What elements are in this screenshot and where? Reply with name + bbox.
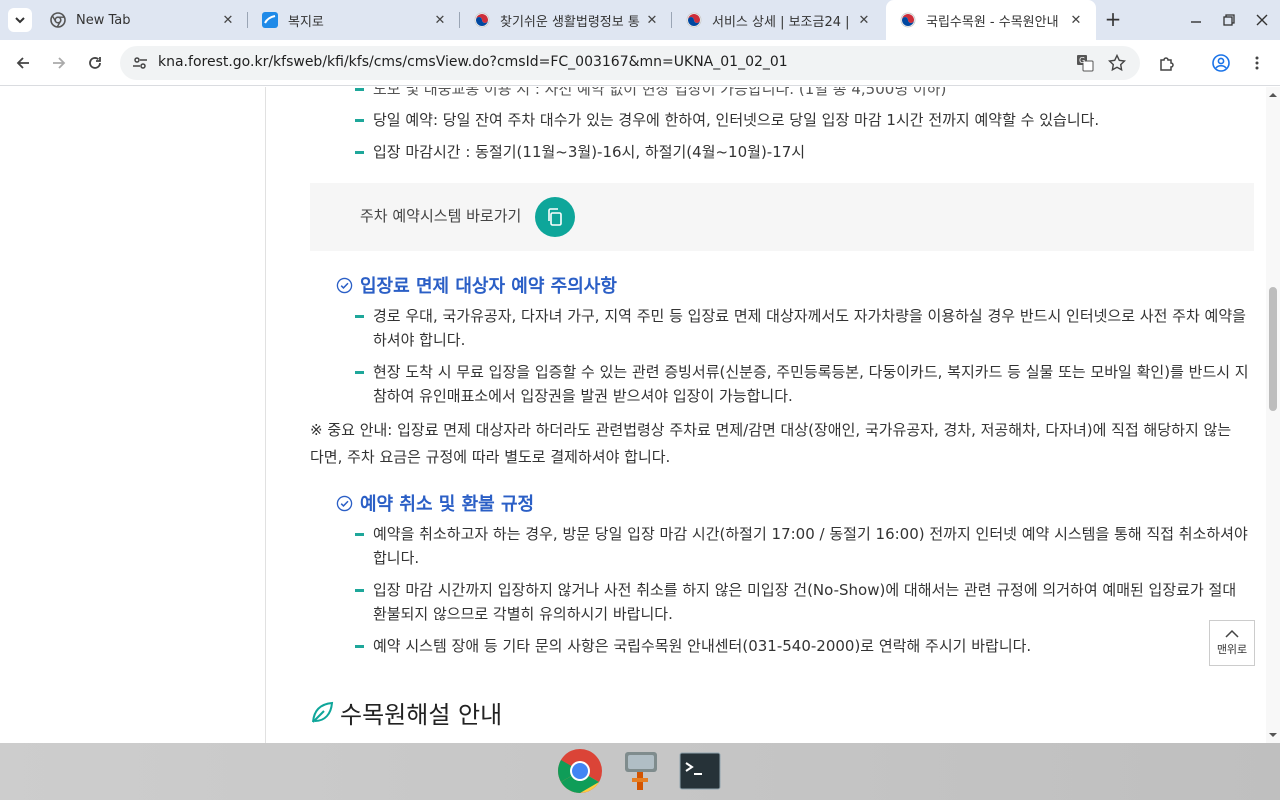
extensions-icon[interactable] [1156,52,1178,74]
korea-emblem-icon [686,12,702,28]
minimize-icon[interactable] [1186,10,1206,30]
bokjiro-icon [262,12,278,28]
close-icon[interactable]: ✕ [854,10,874,30]
chevron-down-icon [15,17,25,24]
list-item-line: 하셔야 합니다. [373,331,466,349]
list-item-line: 참하여 유인매표소에서 입장권을 발권 받으셔야 입장이 가능합니다. [373,387,793,405]
copy-icon [548,208,562,226]
scroll-to-top-button[interactable]: 맨위로 [1209,620,1255,666]
check-circle-icon [336,277,353,293]
scroll-down-arrow-icon[interactable] [1266,730,1280,740]
list-item-line: 환불되지 않으므로 각별히 유의하시기 바랍니다. [373,605,673,623]
close-window-icon[interactable] [1252,10,1272,30]
list-item: 경로 우대, 국가유공자, 다자녀 가구, 지역 주민 등 입장료 면제 대상자… [355,304,1246,352]
restore-icon[interactable] [1219,10,1239,30]
list-item: 당일 예약: 당일 잔여 주차 대수가 있는 경우에 한하여, 인터넷으로 당일… [354,108,1099,132]
close-icon[interactable]: ✕ [1066,10,1086,30]
list-item: 입장 마감시간 : 동절기(11월~3월)-16시, 하절기(4월~10월)-1… [354,140,805,164]
tab-title: New Tab [76,12,131,28]
parking-link-button[interactable] [535,197,575,237]
menu-kebab-icon[interactable] [1246,52,1268,74]
taskbar-settings-tool[interactable] [616,747,664,795]
tab-title: 복지로 [288,14,324,30]
tab-law-info[interactable]: 찾기쉬운 생활법령정보 통 ✕ [460,0,672,40]
section-heading: 입장료 면제 대상자 예약 주의사항 [336,272,617,298]
list-item-line: 경로 우대, 국가유공자, 다자녀 가구, 지역 주민 등 입장료 면제 대상자… [373,307,1246,325]
svg-text:G: G [1079,56,1085,65]
tab-new-tab[interactable]: New Tab ✕ [36,0,248,40]
korea-emblem-icon [474,12,490,28]
chrome-icon [50,12,66,28]
page-viewport: 도보 및 대중교통 이용 시 : 사전 예약 없이 현장 입장이 가능합니다. … [0,87,1266,743]
os-taskbar [0,743,1280,800]
section-heading-text: 입장료 면제 대상자 예약 주의사항 [360,276,617,297]
tab-strip: New Tab ✕ 복지로 ✕ 찾기쉬운 생활법령정보 통 ✕ 서비스 상세 |… [0,0,1280,40]
list-item: 예약 시스템 장애 등 기타 문의 사항은 국립수목원 안내센터(031-540… [354,634,1032,658]
new-tab-button[interactable]: + [1103,9,1123,30]
list-item: 입장 마감 시간까지 입장하지 않거나 사전 취소를 하지 않은 미입장 건(N… [354,578,1237,626]
browser-toolbar: kna.forest.go.kr/kfsweb/kfi/kfs/cms/cmsV… [0,40,1280,86]
notice-line: ※ 중요 안내: 입장료 면제 대상자라 하더라도 관련법령상 주차료 면제/감… [310,421,1232,439]
tab-title: 서비스 상세 | 보조금24 | [712,14,850,30]
parking-link-label: 주차 예약시스템 바로가기 [360,207,522,225]
list-item-line: 현장 도착 시 무료 입장을 입증할 수 있는 관련 증빙서류(신분증, 주민등… [373,363,1249,381]
back-icon[interactable] [12,52,34,74]
tab-title: 찾기쉬운 생활법령정보 통 [500,14,640,30]
list-item: 도보 및 대중교통 이용 시 : 사전 예약 없이 현장 입장이 가능합니다. … [354,87,946,101]
list-item: 예약을 취소하고자 하는 경우, 방문 당일 입장 마감 시간(하절기 17:0… [355,522,1248,570]
url-text: kna.forest.go.kr/kfsweb/kfi/kfs/cms/cmsV… [158,54,788,70]
terminal-icon [679,752,721,790]
taskbar-chrome[interactable] [556,747,604,795]
section-title-text: 수목원해설 안내 [340,701,503,729]
tab-title: 국립수목원 - 수목원안내 [926,14,1059,30]
close-icon[interactable]: ✕ [642,10,662,30]
reload-icon[interactable] [84,52,106,74]
list-item-line: 합니다. [373,549,420,567]
important-notice: ※ 중요 안내: 입장료 면제 대상자라 하더라도 관련법령상 주차료 면제/감… [310,417,1256,471]
list-item-line: 예약 시스템 장애 등 기타 문의 사항은 국립수목원 안내센터(031-540… [373,637,1032,655]
chrome-icon [558,749,602,793]
profile-icon[interactable] [1210,52,1232,74]
list-item: 현장 도착 시 무료 입장을 입증할 수 있는 관련 증빙서류(신분증, 주민등… [355,360,1249,408]
scrollbar-thumb[interactable] [1269,287,1277,411]
leaf-icon [312,701,334,723]
scroll-up-arrow-icon[interactable] [1266,90,1280,100]
section-title: 수목원해설 안내 [310,695,502,730]
chevron-up-icon [1225,629,1239,638]
parking-link-box: 주차 예약시스템 바로가기 [310,183,1254,251]
tab-arboretum[interactable]: 국립수목원 - 수목원안내 ✕ [886,0,1096,40]
bookmark-star-icon[interactable] [1107,53,1127,76]
left-sidebar [0,87,266,743]
notice-line: 다면, 주차 요금은 규정에 따라 별도로 결제하셔야 합니다. [310,448,671,466]
address-bar[interactable]: kna.forest.go.kr/kfsweb/kfi/kfs/cms/cmsV… [120,46,1140,80]
list-item-line: 입장 마감 시간까지 입장하지 않거나 사전 취소를 하지 않은 미입장 건(N… [373,581,1237,599]
tab-search-button[interactable] [8,8,32,32]
list-item-line: 예약을 취소하고자 하는 경우, 방문 당일 입장 마감 시간(하절기 17:0… [373,525,1248,543]
section-heading-text: 예약 취소 및 환불 규정 [360,494,535,515]
section-heading: 예약 취소 및 환불 규정 [336,490,534,516]
close-icon[interactable]: ✕ [430,10,450,30]
translate-icon[interactable]: G [1076,54,1094,76]
page-scrollbar[interactable] [1266,87,1280,743]
scroll-to-top-label: 맨위로 [1216,643,1248,656]
tab-subsidy24[interactable]: 서비스 상세 | 보조금24 | ✕ [672,0,884,40]
tab-bokjiro[interactable]: 복지로 ✕ [248,0,460,40]
settings-tool-icon [625,752,657,790]
check-circle-icon [336,495,353,511]
forward-icon[interactable] [48,52,70,74]
close-icon[interactable]: ✕ [218,10,238,30]
site-info-icon[interactable] [132,55,148,75]
taskbar-terminal[interactable] [676,747,724,795]
korea-emblem-icon [900,12,916,28]
